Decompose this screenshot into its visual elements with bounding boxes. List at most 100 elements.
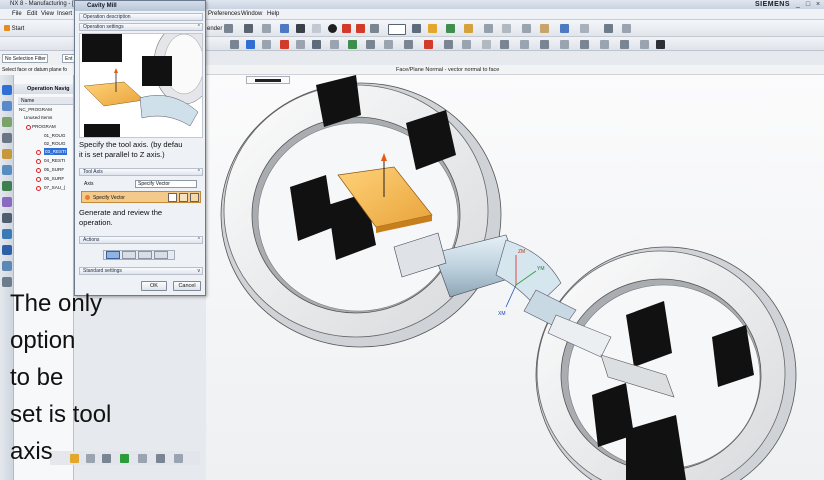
cross-icon[interactable]: [580, 40, 589, 49]
section-tool-axis[interactable]: Tool Axis ^: [79, 168, 203, 176]
system-materials-icon[interactable]: [2, 181, 12, 191]
body-icon[interactable]: [462, 40, 471, 49]
center-icon[interactable]: [330, 40, 339, 49]
column-header-name[interactable]: Name: [18, 97, 73, 105]
assembly-navigator-icon[interactable]: [2, 133, 12, 143]
reuse-library-icon[interactable]: [2, 149, 12, 159]
shop-doc-icon[interactable]: [560, 24, 569, 33]
quadrant-icon[interactable]: [348, 40, 357, 49]
web-browser-icon[interactable]: [2, 213, 12, 223]
axis-icon[interactable]: [540, 40, 549, 49]
tree-node-nc-program[interactable]: NC_PROGRAM: [19, 106, 52, 113]
menu-file[interactable]: File: [12, 9, 22, 20]
minimize-button[interactable]: _: [794, 1, 802, 8]
tree-node-op-05[interactable]: 05_SURF: [44, 166, 64, 173]
plane-icon[interactable]: [520, 40, 529, 49]
face-icon[interactable]: [404, 40, 413, 49]
edge-icon[interactable]: [444, 40, 453, 49]
tree-node-op-02[interactable]: 02_ROUG: [44, 140, 65, 147]
cancel-button[interactable]: Cancel: [173, 281, 201, 291]
roles-icon[interactable]: [2, 197, 12, 207]
snap-icon[interactable]: [604, 24, 613, 33]
section-standard-settings[interactable]: Standard settings v: [79, 267, 203, 275]
part-navigator-icon[interactable]: [2, 117, 12, 127]
verify-icon[interactable]: [522, 24, 531, 33]
tree-node-op-06[interactable]: 06_SURF: [44, 175, 64, 182]
close-window-button[interactable]: ×: [814, 1, 822, 8]
menu-help[interactable]: Help: [267, 9, 279, 20]
model-view[interactable]: ZM YM XM: [206, 75, 824, 480]
filter-icon[interactable]: [246, 40, 255, 49]
select-icon[interactable]: [230, 40, 239, 49]
view-tab[interactable]: [246, 76, 290, 84]
tree-node-op-03-selected[interactable]: 03_RESTI: [44, 148, 68, 155]
sphere-icon[interactable]: [328, 24, 337, 33]
vector-constructor-icon[interactable]: [179, 193, 188, 202]
text-icon[interactable]: [656, 40, 665, 49]
verify-toolpath-icon[interactable]: [138, 251, 152, 259]
render-icon[interactable]: [224, 24, 233, 33]
manufacturing-wizard-icon[interactable]: [2, 261, 12, 271]
curve-icon[interactable]: [424, 40, 433, 49]
generate-icon[interactable]: [502, 24, 511, 33]
menu-window[interactable]: Window: [241, 9, 262, 20]
process-studio-icon[interactable]: [2, 245, 12, 255]
operation-navigator-icon[interactable]: [2, 85, 12, 95]
info-icon[interactable]: [174, 454, 183, 463]
geometry-icon[interactable]: [446, 24, 455, 33]
generate-toolpath-icon[interactable]: [106, 251, 120, 259]
tree-node-program[interactable]: PROGRAM: [32, 123, 56, 130]
menu-insert[interactable]: Insert: [57, 9, 72, 20]
postprocess-icon[interactable]: [540, 24, 549, 33]
replay-icon[interactable]: [122, 251, 136, 259]
palette-icon[interactable]: [2, 229, 12, 239]
slash-icon[interactable]: [640, 40, 649, 49]
maximize-button[interactable]: □: [804, 1, 812, 8]
graphics-window[interactable]: ZM YM XM: [206, 75, 824, 480]
rotate-icon[interactable]: [280, 24, 289, 33]
pan-icon[interactable]: [296, 24, 305, 33]
point-icon[interactable]: [262, 40, 271, 49]
measure-icon[interactable]: [622, 24, 631, 33]
tool-icon[interactable]: [428, 24, 437, 33]
sketch-icon[interactable]: [482, 40, 491, 49]
csys-icon[interactable]: [560, 40, 569, 49]
red-cube-icon[interactable]: [342, 24, 351, 33]
fit-icon[interactable]: [244, 24, 253, 33]
history-icon[interactable]: [2, 165, 12, 175]
tree-node-unused-items[interactable]: Unused Items: [24, 114, 52, 121]
machine-tool-navigator-icon[interactable]: [2, 101, 12, 111]
menu-view[interactable]: View: [41, 9, 54, 20]
list-icon[interactable]: [580, 24, 589, 33]
line-icon[interactable]: [600, 40, 609, 49]
midpoint-icon[interactable]: [312, 40, 321, 49]
axis-select[interactable]: Specify Vector: [135, 180, 197, 188]
shaded-icon[interactable]: [312, 24, 321, 33]
layer-icon[interactable]: [388, 24, 406, 35]
tree-node-op-01[interactable]: 01_ROUG: [44, 132, 65, 139]
selection-filter-select[interactable]: No Selection Filter: [2, 54, 48, 63]
zoom-icon[interactable]: [262, 24, 271, 33]
snap-point-icon[interactable]: [280, 40, 289, 49]
section-operation-description[interactable]: Operation description: [79, 13, 203, 21]
endpoint-icon[interactable]: [296, 40, 305, 49]
datum-icon[interactable]: [500, 40, 509, 49]
create-operation-icon[interactable]: [484, 24, 493, 33]
tree-node-op-04[interactable]: 04_RESTI: [44, 157, 65, 164]
intersection-icon[interactable]: [366, 40, 375, 49]
menu-edit[interactable]: Edit: [27, 9, 37, 20]
specify-vector-row[interactable]: Specify Vector: [81, 191, 201, 203]
arc-icon[interactable]: [620, 40, 629, 49]
method-icon[interactable]: [464, 24, 473, 33]
section-operation-settings[interactable]: Operation settings ^: [79, 23, 203, 31]
start-button[interactable]: Start: [4, 24, 32, 34]
red-cylinder-icon[interactable]: [356, 24, 365, 33]
section-actions[interactable]: Actions ^: [79, 236, 203, 244]
list-toolpath-icon[interactable]: [154, 251, 168, 259]
tangent-icon[interactable]: [384, 40, 393, 49]
view-icon[interactable]: [370, 24, 379, 33]
menu-preferences[interactable]: Preferences: [208, 9, 240, 20]
reverse-direction-icon[interactable]: [190, 193, 199, 202]
vector-dialog-icon[interactable]: [168, 193, 177, 202]
tree-node-op-07[interactable]: 07_SAU_(: [44, 184, 65, 191]
